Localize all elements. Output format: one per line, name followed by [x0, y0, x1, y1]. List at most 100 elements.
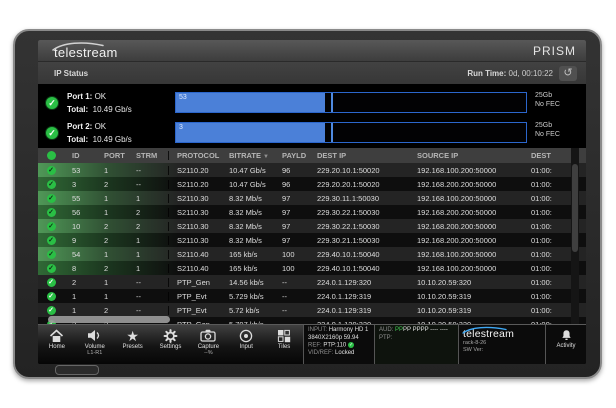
port-bar-fill: [176, 123, 325, 142]
table-row[interactable]: ✓ 53 1 -- S2110.20 10.47 Gb/s 96 229.20.10.1:50…: [38, 163, 586, 177]
audio-ptp-panel[interactable]: AUD: PPPP PPPP ---- ---- PTP:: [374, 325, 458, 364]
table-row[interactable]: ✓ 9 2 1 S2110.30 8.32 Mb/s 97 229.30.21.1:50030…: [38, 233, 586, 247]
cell-source-ip: 10.10.20.59:320: [417, 319, 472, 325]
activity-label: Activity: [556, 343, 576, 349]
cell-id: 2: [72, 277, 77, 287]
header-protocol[interactable]: PROTOCOL: [168, 151, 221, 160]
status-ok-icon: ✓: [46, 278, 56, 287]
cell-strm: 2: [136, 207, 141, 217]
toolbar-settings-button[interactable]: Settings: [152, 325, 190, 364]
ref-label: REF:: [308, 342, 322, 349]
table-row[interactable]: ✓ 8 2 1 S2110.40 165 kb/s 100 229.40.10.1:50040…: [38, 261, 586, 275]
cell-strm: --: [136, 165, 141, 175]
toolbar-capture-button[interactable]: Capture --%: [189, 325, 227, 364]
cell-dest-ip: 229.20.10.1:50020: [317, 165, 380, 175]
cell-id: 1: [72, 305, 77, 315]
table-body: ✓ 53 1 -- S2110.20 10.47 Gb/s 96 229.20.10.1:50…: [38, 163, 586, 324]
port-link-info: 25Gb No FEC: [535, 91, 560, 109]
cell-protocol: S2110.30: [168, 221, 221, 231]
cell-payld: 100: [282, 263, 295, 273]
cell-payld: 97: [282, 235, 291, 245]
cell-dest-ip: 224.0.1.129:319: [317, 291, 372, 301]
status-ok-icon: ✓: [46, 208, 56, 217]
cell-port: 1: [104, 249, 109, 259]
row-status-cell: ✓: [38, 305, 64, 315]
cell-port: 2: [104, 263, 109, 273]
status-ok-icon: ✓: [46, 250, 56, 259]
table-row[interactable]: ✓ 55 1 1 S2110.30 8.32 Mb/s 97 229.30.11.1:5003…: [38, 191, 586, 205]
cell-protocol: S2110.30: [168, 193, 221, 203]
header-source-ip[interactable]: SOURCE IP: [409, 151, 523, 160]
row-status-cell: ✓: [38, 235, 64, 245]
home-icon: [50, 328, 64, 342]
header-id[interactable]: ID: [64, 151, 96, 160]
table-row[interactable]: ✓ 1 2 -- PTP_Evt 5.72 kb/s -- 224.0.1.129:319 10…: [38, 303, 586, 317]
port-total-value: 10.49 Gb/s: [92, 105, 132, 114]
table-row[interactable]: ✓ 56 1 2 S2110.30 8.32 Mb/s 97 229.30.22.1:5003…: [38, 205, 586, 219]
volume-icon: [88, 330, 100, 341]
table-row[interactable]: ✓ 2 1 -- PTP_Gen 14.56 kb/s -- 224.0.1.129:320 1…: [38, 275, 586, 289]
header-port[interactable]: PORT: [96, 151, 128, 160]
cell-strm: 1: [136, 235, 141, 245]
toolbar-volume-button[interactable]: Volume L1-R1: [76, 325, 114, 364]
port-bar: 3: [175, 122, 527, 143]
sw-version-label: SW Ver:: [463, 346, 484, 353]
cell-id: 54: [72, 249, 81, 259]
table-row[interactable]: ✓ 10 2 2 S2110.30 8.32 Mb/s 97 229.30.22.1:5003…: [38, 219, 586, 233]
toolbar-presets-button[interactable]: ★ Presets: [114, 325, 152, 364]
port-bar-label: 53: [179, 94, 187, 101]
row-status-cell: ✓: [38, 193, 64, 203]
toolbar-home-button[interactable]: Home: [38, 325, 76, 364]
cell-bitrate: 8.32 Mb/s: [229, 235, 262, 245]
ptp-label: PTP:: [379, 334, 393, 341]
row-status-cell: ✓: [38, 263, 64, 273]
port-name: Port 2:: [67, 122, 93, 131]
toolbar-input-button[interactable]: Input: [227, 325, 265, 364]
cell-dest-ip: 229.30.11.1:50030: [317, 193, 380, 203]
header-payld[interactable]: PAYLD: [274, 151, 309, 160]
cell-strm: 1: [136, 193, 141, 203]
cell-source-ip: 192.168.200.200:50000: [417, 207, 497, 217]
activity-button[interactable]: Activity: [545, 325, 586, 364]
vidref-value: Locked: [335, 350, 355, 357]
table-row[interactable]: ✓ 3 2 -- S2110.20 10.47 Gb/s 96 229.20.20.1:500…: [38, 177, 586, 191]
fec-status: No FEC: [535, 101, 560, 108]
row-status-cell: ✓: [38, 291, 64, 301]
horizontal-scrollbar-thumb[interactable]: [48, 316, 170, 323]
cell-payld: 96: [282, 165, 291, 175]
toolbar-tiles-button[interactable]: Tiles: [265, 325, 303, 364]
cell-port: 1: [104, 193, 109, 203]
camera-icon: [200, 329, 217, 342]
input-info-panel[interactable]: INPUT: Harmony HD 1 3840X2160p 59.94 REF…: [303, 325, 374, 364]
port-bar-tick: [331, 93, 334, 112]
cell-bitrate: 5.729 kb/s: [229, 291, 264, 301]
refresh-button[interactable]: ↺: [559, 65, 577, 81]
table-row[interactable]: ✓ 54 1 1 S2110.40 165 kb/s 100 229.40.10.1:5004…: [38, 247, 586, 261]
row-status-cell: ✓: [38, 165, 64, 175]
cell-protocol: PTP_Evt: [168, 291, 221, 301]
header-strm[interactable]: STRM: [128, 151, 168, 160]
row-status-cell: ✓: [38, 249, 64, 259]
cell-dest-ip: 229.30.22.1:50030: [317, 207, 380, 217]
cell-bitrate: 14.56 kb/s: [229, 277, 264, 287]
port-2-text: Port 2: OK Total: 10.49 Gb/s: [67, 120, 132, 146]
link-speed: 25Gb: [535, 92, 553, 99]
input-format: 3840X2160p 59.94: [308, 334, 359, 341]
vertical-scrollbar[interactable]: [571, 148, 579, 324]
table-row[interactable]: ✓ 1 1 -- PTP_Evt 5.729 kb/s -- 224.0.1.129:319 1…: [38, 289, 586, 303]
cell-strm: --: [136, 277, 141, 287]
cell-id: 3: [72, 179, 77, 189]
device-power-button[interactable]: [55, 365, 99, 375]
header-bitrate[interactable]: BITRATE ▼: [221, 151, 274, 160]
toolbar-label: Tiles: [277, 344, 291, 350]
header-dest-ip[interactable]: DEST IP: [309, 151, 409, 160]
vidref-label: VID/REF:: [308, 350, 334, 357]
toolbar-label: Settings: [159, 344, 182, 350]
cell-dest-ip: 229.30.21.1:50030: [317, 235, 380, 245]
cell-protocol: PTP_Evt: [168, 305, 221, 315]
status-ok-icon: ✓: [46, 180, 56, 189]
vertical-scrollbar-thumb[interactable]: [572, 164, 578, 252]
telestream-logo: telestream: [52, 41, 118, 59]
port-bar-tick: [331, 123, 334, 142]
cell-protocol: S2110.40: [168, 249, 221, 259]
